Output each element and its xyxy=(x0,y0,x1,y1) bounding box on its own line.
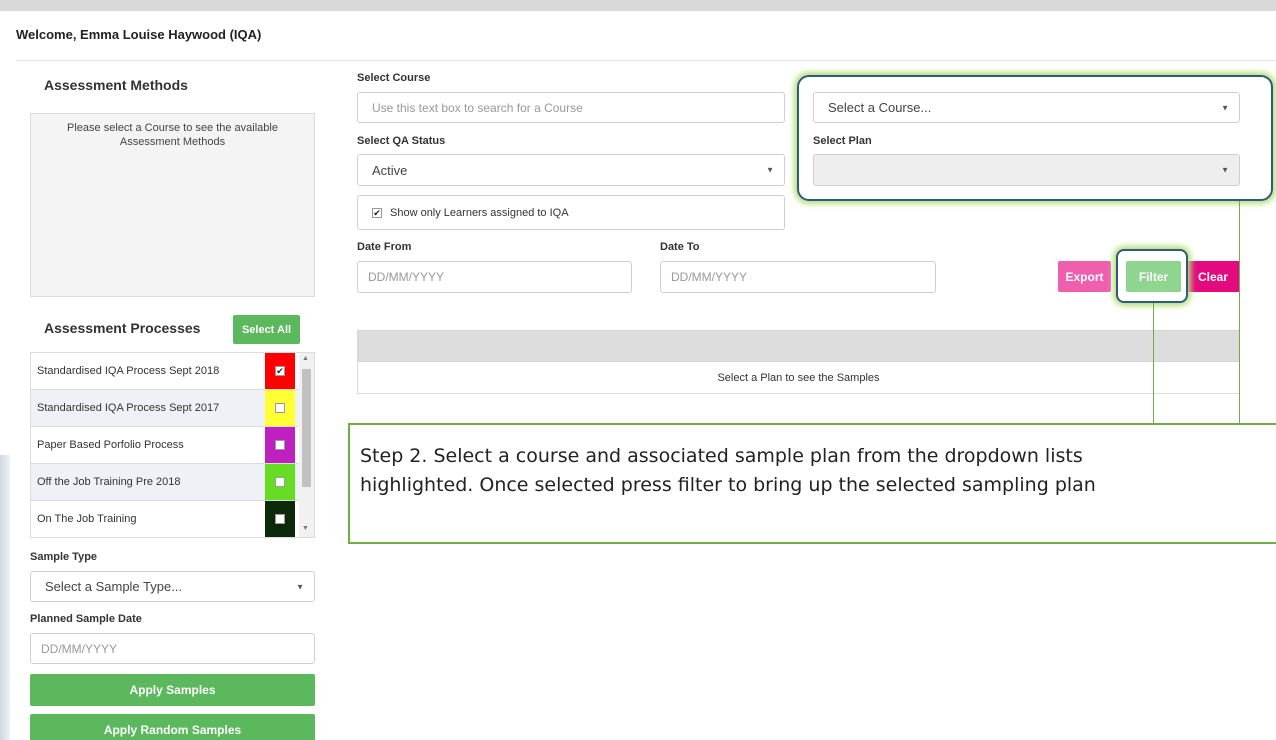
qa-status-value: Active xyxy=(372,162,408,178)
process-row[interactable]: Paper Based Porfolio Process xyxy=(31,427,314,464)
process-row[interactable]: Standardised IQA Process Sept 2017 xyxy=(31,390,314,427)
assessment-methods-title: Assessment Methods xyxy=(44,77,188,93)
process-checkbox[interactable] xyxy=(275,477,285,487)
callout-connector-filter xyxy=(1153,303,1154,423)
assessment-methods-message: Please select a Course to see the availa… xyxy=(67,122,278,148)
select-qa-status-label: Select QA Status xyxy=(357,135,446,147)
process-checkbox[interactable] xyxy=(275,514,285,524)
course-search-placeholder: Use this text box to search for a Course xyxy=(372,100,583,115)
only-assigned-row[interactable]: ✔ Show only Learners assigned to IQA xyxy=(357,195,785,230)
scroll-thumb[interactable] xyxy=(302,369,311,487)
process-label: On The Job Training xyxy=(37,513,137,525)
date-to-label: Date To xyxy=(660,241,700,253)
sample-type-label: Sample Type xyxy=(30,551,98,563)
process-row[interactable]: On The Job Training xyxy=(31,501,314,537)
process-checkbox[interactable] xyxy=(275,440,285,450)
callout-line-1: Step 2. Select a course and associated s… xyxy=(360,445,1083,467)
export-button[interactable]: Export xyxy=(1058,261,1111,292)
process-color-swatch xyxy=(265,501,295,537)
apply-samples-button[interactable]: Apply Samples xyxy=(30,674,315,706)
scroll-up-icon[interactable]: ▲ xyxy=(302,355,309,362)
process-row[interactable]: Standardised IQA Process Sept 2018 ✔ xyxy=(31,353,314,390)
course-search-input[interactable]: Use this text box to search for a Course xyxy=(357,92,785,123)
process-color-swatch xyxy=(265,427,295,463)
samples-table-header xyxy=(357,330,1240,362)
sample-type-value: Select a Sample Type... xyxy=(45,579,183,594)
samples-empty-message: Select a Plan to see the Samples xyxy=(717,371,880,384)
process-color-swatch xyxy=(265,390,295,426)
process-checkbox[interactable] xyxy=(275,403,285,413)
date-from-label: Date From xyxy=(357,241,412,253)
check-icon: ✔ xyxy=(276,366,284,376)
window-edge xyxy=(0,455,10,740)
top-bar xyxy=(0,0,1276,11)
process-color-swatch xyxy=(265,537,295,538)
select-course-label: Select Course xyxy=(357,72,431,84)
assessment-processes-title: Assessment Processes xyxy=(44,320,201,336)
header-divider xyxy=(16,60,1276,61)
planned-sample-date-label: Planned Sample Date xyxy=(30,613,142,625)
planned-sample-date-placeholder: DD/MM/YYYY xyxy=(41,641,118,656)
process-checkbox[interactable]: ✔ xyxy=(275,366,285,376)
caret-down-icon: ▼ xyxy=(296,582,304,591)
clear-button[interactable]: Clear xyxy=(1186,261,1240,292)
process-color-swatch: ✔ xyxy=(265,353,295,389)
qa-status-select[interactable]: Active ▼ xyxy=(357,154,785,186)
process-label: Off the Job Training Pre 2018 xyxy=(37,476,181,488)
callout-connector-dropdowns xyxy=(1239,201,1240,423)
process-list-scrollbar[interactable]: ▲ ▼ xyxy=(299,353,314,537)
process-label: Paper Based Porfolio Process xyxy=(37,439,184,451)
scroll-down-icon[interactable]: ▼ xyxy=(302,525,309,532)
instruction-callout: Step 2. Select a course and associated s… xyxy=(348,423,1276,544)
process-row[interactable]: Off the Job Training Pre 2018 xyxy=(31,464,314,501)
apply-random-samples-button[interactable]: Apply Random Samples xyxy=(30,714,315,740)
date-from-input[interactable]: DD/MM/YYYY xyxy=(357,261,632,293)
check-icon: ✔ xyxy=(373,207,381,218)
sample-type-select[interactable]: Select a Sample Type... ▼ xyxy=(30,571,315,602)
caret-down-icon: ▼ xyxy=(766,165,774,175)
date-to-input[interactable]: DD/MM/YYYY xyxy=(660,261,936,293)
assessment-methods-panel: Please select a Course to see the availa… xyxy=(30,113,315,297)
only-assigned-checkbox[interactable]: ✔ xyxy=(372,207,382,218)
assessment-processes-list: Standardised IQA Process Sept 2018 ✔ Sta… xyxy=(30,352,315,538)
process-label: Standardised IQA Process Sept 2017 xyxy=(37,402,220,414)
filter-highlight xyxy=(1116,249,1188,303)
date-to-placeholder: DD/MM/YYYY xyxy=(671,270,748,284)
process-label: Standardised IQA Process Sept 2018 xyxy=(37,365,220,377)
course-plan-highlight xyxy=(797,75,1273,201)
select-all-button[interactable]: Select All xyxy=(233,315,300,344)
welcome-message: Welcome, Emma Louise Haywood (IQA) xyxy=(16,27,262,42)
callout-line-2: highlighted. Once selected press filter … xyxy=(360,474,1096,496)
only-assigned-label: Show only Learners assigned to IQA xyxy=(390,206,569,219)
samples-table-body: Select a Plan to see the Samples xyxy=(357,362,1240,394)
process-color-swatch xyxy=(265,464,295,500)
planned-sample-date-input[interactable]: DD/MM/YYYY xyxy=(30,633,315,664)
date-from-placeholder: DD/MM/YYYY xyxy=(368,270,445,284)
